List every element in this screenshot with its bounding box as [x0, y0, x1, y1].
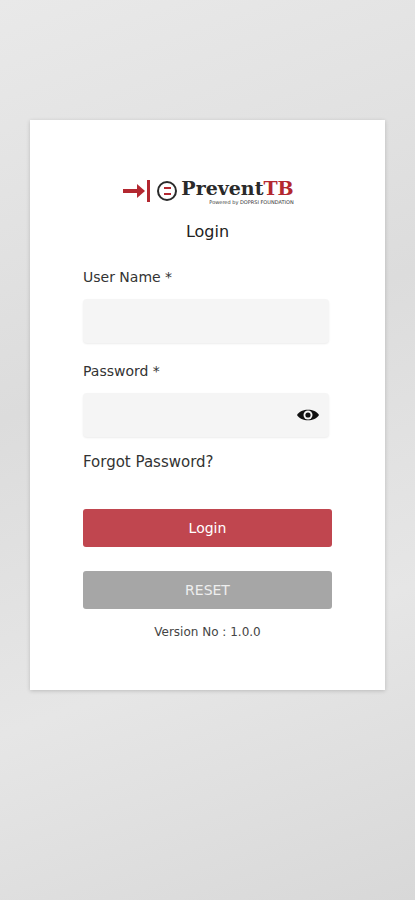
logo-subtitle: Powered by DOPRSI FOUNDATION — [209, 199, 293, 205]
logo-title-main: Prevent — [181, 177, 263, 199]
reset-button: RESET — [83, 571, 332, 609]
forgot-password-link[interactable]: Forgot Password? — [83, 451, 332, 473]
eye-icon[interactable] — [295, 402, 321, 428]
logo-title-accent: TB — [263, 177, 293, 199]
logo-text: PreventTBPowered by DOPRSI FOUNDATION — [181, 177, 293, 205]
text-field[interactable] — [83, 299, 329, 343]
login-heading: Login — [83, 221, 332, 243]
login-card: PreventTBPowered by DOPRSI FOUNDATION Log… — [30, 120, 385, 690]
password-input[interactable] — [83, 393, 295, 437]
logo-title: PreventTB — [181, 177, 293, 199]
field-label: Password * — [83, 361, 332, 381]
version-label: Version No : 1.0.0 — [83, 623, 332, 641]
arrow-logo-icon — [121, 178, 153, 204]
password-field[interactable] — [83, 393, 329, 437]
logo: PreventTBPowered by DOPRSI FOUNDATION — [83, 175, 332, 207]
text-input[interactable] — [83, 299, 329, 343]
field-label: User Name * — [83, 267, 332, 287]
login-button[interactable]: Login — [83, 509, 332, 547]
lung-logo-icon — [156, 178, 178, 204]
